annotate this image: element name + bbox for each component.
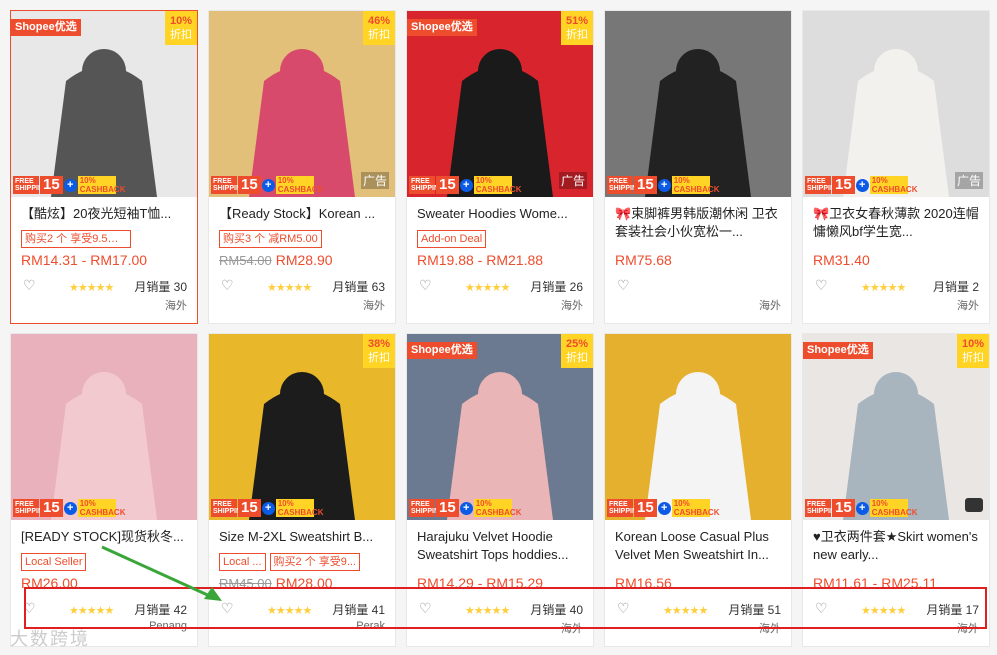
- rating-stars: ★★★★★: [861, 282, 906, 294]
- promo-tag: 购买3 个 减RM5.00: [219, 230, 322, 248]
- price: RM54.00 RM28.90: [219, 252, 333, 268]
- free-shipping-banner: FREE SHIPPING 15 +10% CASHBACK: [607, 499, 720, 517]
- current-price: RM28.90: [275, 252, 333, 268]
- product-title[interactable]: Korean Loose Casual Plus Velvet Men Swea…: [615, 528, 783, 564]
- product-card[interactable]: Shopee优选 51% 折扣广告 FREE SHIPPING 15 +10% CASHB…: [406, 10, 594, 324]
- discount-badge: 46% 折扣: [363, 11, 395, 45]
- sold-count: 月销量 63: [332, 280, 385, 294]
- tag-list: Local ... 购买2 个 享受9...: [219, 553, 361, 571]
- shop-location: 海外: [759, 300, 781, 312]
- product-image[interactable]: FREE SHIPPING 15 +10% CASHBACK: [605, 11, 791, 197]
- price: RM75.68: [615, 252, 672, 268]
- product-title[interactable]: Harajuku Velvet Hoodie Sweatshirt Tops h…: [417, 528, 585, 564]
- shop-location: 海外: [957, 300, 979, 312]
- product-title[interactable]: 🎀束脚裤男韩版潮休闲 卫衣套装社会小伙宽松一...: [615, 205, 783, 241]
- tag-list: Add-on Deal: [417, 230, 487, 248]
- free-shipping-banner: FREE SHIPPING 15 +10% CASHBACK: [211, 499, 324, 517]
- free-shipping-banner: FREE SHIPPING 15 +10% CASHBACK: [409, 176, 522, 194]
- free-shipping-banner: FREE SHIPPING 15 +10% CASHBACK: [409, 499, 522, 517]
- free-shipping-banner: FREE SHIPPING 15 +10% CASHBACK: [211, 176, 324, 194]
- ad-label: 广告: [360, 172, 389, 189]
- free-shipping-banner: FREE SHIPPING 15 +10% CASHBACK: [607, 176, 720, 194]
- discount-badge: 10% 折扣: [165, 11, 197, 45]
- rating-stars: ★★★★★: [267, 282, 312, 294]
- product-image[interactable]: Shopee优选 25% 折扣 FREE SHIPPING 15 +10% CASHBAC…: [407, 334, 593, 520]
- original-price: RM54.00: [219, 253, 272, 268]
- product-image[interactable]: 广告 FREE SHIPPING 15 +10% CASHBACK: [803, 11, 989, 197]
- discount-badge: 38% 折扣: [363, 334, 395, 368]
- product-title[interactable]: 🎀卫衣女春秋薄款 2020连帽慵懒风bf学生宽...: [813, 205, 981, 241]
- tag-list: 购买3 个 减RM5.00: [219, 230, 322, 248]
- rating-stars: ★★★★★: [69, 282, 114, 294]
- product-title[interactable]: ♥卫衣两件套★Skirt women's new early...: [813, 528, 981, 564]
- promo-tag: Local Seller: [21, 553, 87, 571]
- promo-tag: Add-on Deal: [417, 230, 487, 248]
- shopee-preferred-badge: Shopee优选: [407, 19, 477, 36]
- product-image[interactable]: Shopee优选 10% 折扣 FREE SHIPPING 15 +10% CASHBAC…: [803, 334, 989, 520]
- product-title[interactable]: 【酷炫】20夜光短袖T恤...: [21, 205, 189, 223]
- tag-list: Local Seller: [21, 553, 87, 571]
- product-title[interactable]: 【Ready Stock】Korean ...: [219, 205, 387, 223]
- heart-icon[interactable]: ♡: [419, 278, 433, 292]
- product-title[interactable]: [READY STOCK]现货秋冬...: [21, 528, 189, 546]
- ad-label: 广告: [558, 172, 587, 189]
- shop-location: 海外: [165, 300, 187, 312]
- heart-icon[interactable]: ♡: [617, 278, 631, 292]
- product-image[interactable]: FREE SHIPPING 15 +10% CASHBACK: [605, 334, 791, 520]
- free-shipping-banner: FREE SHIPPING 15 +10% CASHBACK: [805, 499, 918, 517]
- shopee-preferred-badge: Shopee优选: [407, 342, 477, 359]
- ad-label: 广告: [954, 172, 983, 189]
- free-shipping-banner: FREE SHIPPING 15 +10% CASHBACK: [13, 499, 126, 517]
- product-image[interactable]: Shopee优选 10% 折扣 FREE SHIPPING 15 +10% CASHBAC…: [11, 11, 197, 197]
- product-image[interactable]: Shopee优选 51% 折扣广告 FREE SHIPPING 15 +10% CASHB…: [407, 11, 593, 197]
- current-price: RM19.88 - RM21.88: [417, 252, 544, 268]
- product-image[interactable]: FREE SHIPPING 15 +10% CASHBACK: [11, 334, 197, 520]
- price: RM14.31 - RM17.00: [21, 252, 147, 268]
- product-image[interactable]: 46% 折扣广告 FREE SHIPPING 15 +10% CASHBACK: [209, 11, 395, 197]
- video-icon: [965, 498, 983, 512]
- product-card[interactable]: 广告 FREE SHIPPING 15 +10% CASHBACK 🎀卫衣女春秋薄款 2…: [802, 10, 990, 324]
- free-shipping-banner: FREE SHIPPING 15 +10% CASHBACK: [805, 176, 918, 194]
- shopee-preferred-badge: Shopee优选: [11, 19, 81, 36]
- heart-icon[interactable]: ♡: [221, 278, 235, 292]
- current-price: RM31.40: [813, 252, 870, 268]
- price: RM19.88 - RM21.88: [417, 252, 543, 268]
- shopee-preferred-badge: Shopee优选: [803, 342, 873, 359]
- heart-icon[interactable]: ♡: [815, 278, 829, 292]
- watermark: 大数跨境: [10, 629, 90, 649]
- free-shipping-banner: FREE SHIPPING 15 +10% CASHBACK: [13, 176, 126, 194]
- current-price: RM14.31 - RM17.00: [21, 252, 148, 268]
- discount-badge: 51% 折扣: [561, 11, 593, 45]
- promo-tag: 购买2 个 享受9...: [269, 553, 361, 571]
- heart-icon[interactable]: ♡: [23, 278, 37, 292]
- sold-count: 月销量 30: [134, 280, 187, 294]
- product-card[interactable]: FREE SHIPPING 15 +10% CASHBACK 🎀束脚裤男韩版潮休闲 卫…: [604, 10, 792, 324]
- product-title[interactable]: Size M-2XL Sweatshirt B...: [219, 528, 387, 546]
- discount-badge: 10% 折扣: [957, 334, 989, 368]
- arrow-annotation: [101, 545, 222, 601]
- shop-location: 海外: [561, 300, 583, 312]
- price: RM31.40: [813, 252, 870, 268]
- product-title[interactable]: Sweater Hoodies Wome...: [417, 205, 585, 223]
- sold-count: 月销量 2: [932, 280, 979, 294]
- sold-count: 月销量 26: [530, 280, 583, 294]
- product-card[interactable]: 46% 折扣广告 FREE SHIPPING 15 +10% CASHBACK 【Read…: [208, 10, 396, 324]
- shop-location: 海外: [363, 300, 385, 312]
- current-price: RM75.68: [615, 252, 672, 268]
- product-card[interactable]: Shopee优选 10% 折扣 FREE SHIPPING 15 +10% CASHBAC…: [10, 10, 198, 324]
- product-image[interactable]: 38% 折扣 FREE SHIPPING 15 +10% CASHBACK: [209, 334, 395, 520]
- tag-list: 购买2 个 享受9.5折折扣: [21, 230, 131, 248]
- promo-tag: 购买2 个 享受9.5折折扣: [21, 230, 131, 248]
- discount-badge: 25% 折扣: [561, 334, 593, 368]
- rating-stars: ★★★★★: [465, 282, 510, 294]
